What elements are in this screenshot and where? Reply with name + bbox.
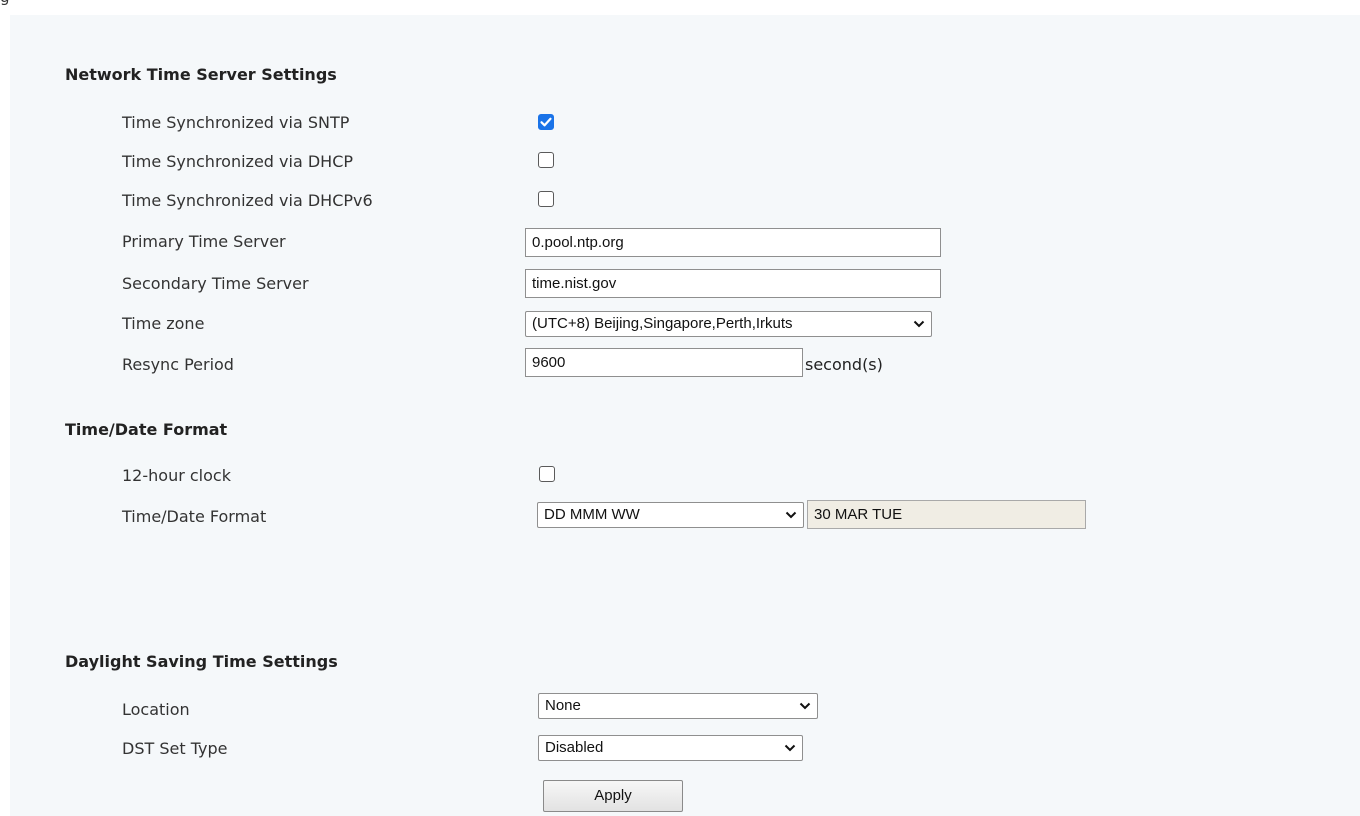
sntp-label: Time Synchronized via SNTP	[122, 113, 350, 132]
secondary-server-label: Secondary Time Server	[122, 274, 309, 293]
dst-set-type-select[interactable]: Disabled	[538, 735, 803, 761]
time-date-format-value: DD MMM WW	[544, 506, 640, 523]
chevron-down-icon	[785, 511, 797, 519]
primary-server-input[interactable]: 0.pool.ntp.org	[525, 228, 941, 257]
secondary-server-input[interactable]: time.nist.gov	[525, 269, 941, 298]
dst-set-type-value: Disabled	[545, 739, 604, 756]
time-date-format-select[interactable]: DD MMM WW	[537, 502, 804, 528]
chevron-down-icon	[784, 744, 796, 752]
twelve-hour-clock-checkbox[interactable]	[539, 466, 555, 482]
primary-server-label: Primary Time Server	[122, 232, 286, 251]
dst-set-type-label: DST Set Type	[122, 739, 228, 758]
checkmark-icon	[540, 117, 552, 127]
dhcp-label: Time Synchronized via DHCP	[122, 152, 354, 171]
settings-panel: Network Time Server Settings Time Synchr…	[10, 15, 1360, 816]
resync-period-label: Resync Period	[122, 355, 234, 374]
dst-section-title: Daylight Saving Time Settings	[65, 652, 338, 671]
time-date-preview-field: 30 MAR TUE	[807, 500, 1086, 529]
dst-location-select[interactable]: None	[538, 693, 818, 719]
page-top-fragment: g	[0, 0, 10, 6]
dhcp-checkbox[interactable]	[538, 152, 554, 168]
time-date-format-label: Time/Date Format	[122, 507, 267, 526]
sntp-checkbox[interactable]	[538, 114, 554, 130]
twelve-hour-clock-label: 12-hour clock	[122, 466, 231, 485]
timezone-value: (UTC+8) Beijing,Singapore,Perth,Irkuts	[532, 315, 793, 332]
timezone-label: Time zone	[122, 314, 205, 333]
time-date-format-section-title: Time/Date Format	[65, 420, 228, 439]
apply-button[interactable]: Apply	[543, 780, 683, 812]
dst-location-label: Location	[122, 700, 190, 719]
dst-location-value: None	[545, 697, 581, 714]
chevron-down-icon	[913, 320, 925, 328]
dhcpv6-label: Time Synchronized via DHCPv6	[122, 191, 373, 210]
resync-period-input[interactable]: 9600	[525, 348, 803, 377]
dhcpv6-checkbox[interactable]	[538, 191, 554, 207]
network-time-section-title: Network Time Server Settings	[65, 65, 337, 84]
timezone-select[interactable]: (UTC+8) Beijing,Singapore,Perth,Irkuts	[525, 311, 932, 337]
resync-unit-label: second(s)	[805, 355, 883, 374]
chevron-down-icon	[799, 702, 811, 710]
